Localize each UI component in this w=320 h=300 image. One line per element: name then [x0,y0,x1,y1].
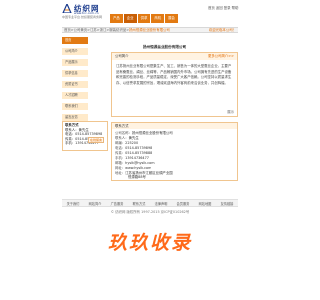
contact-box-title: 联系方式 [65,123,79,127]
detail-label: 传真： [115,151,126,155]
detail-label: 联系人： [115,136,129,140]
detail-row: 电话：0514-85739898 [115,146,152,150]
detail-label: 手机： [115,156,126,160]
nav-tab-products[interactable]: 产品 [110,14,123,23]
detail-panel-title: 联系方式 [115,124,129,128]
detail-value: 扬州恒源丝业股份有限公司 [131,131,173,135]
detail-label: 公司名称： [115,131,132,135]
detail-value: 恒源路88号 [128,175,146,179]
detail-row: 传真：0514-85739888 [115,151,152,155]
contact-box: 联系方式 联系人：黄先生 电话：0514-85739898 传真：0514-85… [62,121,108,151]
breadcrumb-path[interactable]: 首页>公司黄页>江苏>浙江>服装纺织品> [64,28,129,32]
sidebar-item-home[interactable]: 首页 [62,37,88,44]
detail-row: 邮编：225200 [115,141,138,145]
breadcrumb[interactable]: 首页>公司黄页>江苏>浙江>服装纺织品>扬州恒源丝业股份有限公司 [64,28,170,32]
footer-link-sitemap[interactable]: 网站地图 [199,201,212,206]
detail-value: 0514-85739898 [125,146,153,150]
detail-value: 0514-85739888 [125,151,153,155]
detail-panel-header: 联系方式 [112,123,237,129]
breadcrumb-bar: 首页>公司黄页>江苏>浙江>服装纺织品>扬州恒源丝业股份有限公司 欢迎光临本公司… [62,27,238,33]
intro-panel-header: 公司简介 更多公司简介>> [112,53,237,60]
welcome-text: 欢迎光临本公司！ [208,28,236,32]
breadcrumb-company[interactable]: 扬州恒源丝业股份有限公司 [129,28,170,32]
sidebar-item-products[interactable]: 产品展示 [62,59,88,66]
detail-value[interactable]: www.hyslk.com [125,166,151,170]
footer-link-legal[interactable]: 法律声明 [155,201,168,206]
footer-link-contact[interactable]: 联系方式 [133,201,146,206]
intro-text: 江苏扬州丝业有限公司是集生产、加工、销售为一体的大型蚕丝企业，主要产品有桑蚕丝、… [116,64,232,85]
detail-label: 电话： [115,146,126,150]
sidebar-item-contact[interactable]: 联系我们 [62,103,88,110]
footer-nav: 关于我们 网站简介 广告服务 联系方式 法律声明 会员服务 网站地图 友情链接 [62,199,238,207]
intro-more-link[interactable]: 更多公司简介>> [208,54,234,58]
detail-value[interactable]: hyslk@hyslk.com [125,161,154,165]
sidebar-item-certificates[interactable]: 资质证书 [62,81,88,88]
detail-panel: 联系方式 公司名称：扬州恒源丝业股份有限公司 联系人：黄先生 邮编：225200… [111,122,238,181]
footer-link-members[interactable]: 会员服务 [177,201,190,206]
sidebar: 首页 公司简介 产品展示 供求信息 资质证书 人才招聘 联系我们 留言反馈 [62,37,88,125]
footer-link-about[interactable]: 关于我们 [67,201,80,206]
detail-row: 恒源路88号 [115,175,146,179]
sidebar-item-jobs[interactable]: 人才招聘 [62,92,88,99]
sidebar-item-supply[interactable]: 供求信息 [62,70,88,77]
detail-label: 邮编： [115,141,126,145]
detail-value: 黄先生 [128,136,139,140]
watermark-logo: 玖玖收录 [108,232,192,253]
footer-link-ads[interactable]: 广告服务 [111,201,124,206]
online-message-button[interactable]: 在线留言 [88,137,105,143]
footer-link-intro[interactable]: 网站简介 [89,201,102,206]
intro-panel: 公司简介 更多公司简介>> 江苏扬州丝业有限公司是集生产、加工、销售为一体的大型… [111,52,238,117]
detail-value: 225200 [125,141,139,145]
watermark-text: 玖玖收录 [108,232,192,253]
sidebar-item-feedback[interactable]: 留言反馈 [62,114,88,121]
nav-tab-companies[interactable]: 企业 [123,14,137,23]
intro-end-mark: 展示 [227,110,234,114]
copyright: © 纺织网 版权所有 1997-2015 京ICP证010262号 [110,210,190,214]
detail-row: 手机：13914736477 [115,156,149,160]
detail-row: 联系人：黄先生 [115,136,139,140]
detail-row: 网址：www.hyslk.com [115,166,151,170]
main-nav: 产品 企业 供求 商机 展会 [110,14,178,23]
logo-mark-icon [62,4,72,13]
intro-panel-title: 公司简介 [115,54,129,58]
top-links[interactable]: 首页 返回 登录 帮助 [208,5,238,10]
site-slogan: 中国专业平台·纺织服装商务网 [62,15,102,19]
nav-tab-business[interactable]: 商机 [151,14,165,23]
detail-row: 邮箱：hyslk@hyslk.com [115,161,155,165]
nav-tab-supply[interactable]: 供求 [137,14,151,23]
company-name-heading: 扬州恒源丝业股份有限公司 [143,45,187,49]
sidebar-item-profile[interactable]: 公司简介 [62,48,88,55]
detail-label: 邮箱： [115,161,126,165]
contact-line: 电话：0514-85739898 [65,132,103,137]
footer-link-friends[interactable]: 友情链接 [221,201,234,206]
detail-label: 网址： [115,166,126,170]
detail-value: 13914736477 [125,156,149,160]
detail-row: 公司名称：扬州恒源丝业股份有限公司 [115,131,173,135]
nav-tab-exhibitions[interactable]: 展会 [165,14,178,23]
